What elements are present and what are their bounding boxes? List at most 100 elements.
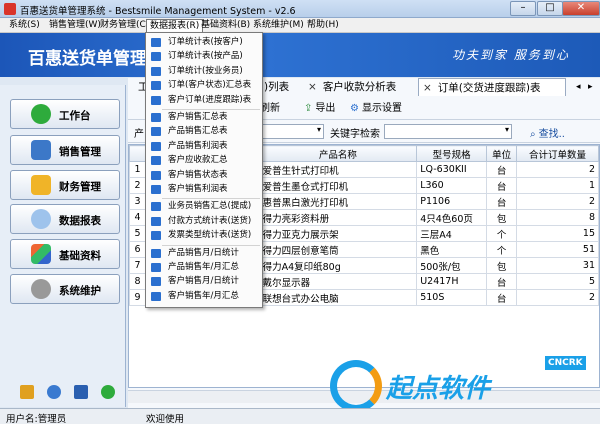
dropdown-item[interactable]: 产品销售利润表 — [148, 140, 260, 153]
dropdown-item-label: 客户订单(进度跟踪)表 — [168, 94, 252, 105]
report-icon — [151, 127, 161, 137]
sidebar-item-label: 系统维护 — [59, 285, 101, 297]
dropdown-item[interactable]: 产品销售汇总表 — [148, 125, 260, 138]
col-header-product-name[interactable]: 产品名称 — [258, 145, 418, 162]
menu-separator — [162, 198, 260, 200]
dropdown-item[interactable]: 发票类型统计表(送货) — [148, 229, 260, 242]
tab-order-tracking[interactable]: × 订单(交货进度跟踪)表 — [418, 78, 566, 96]
cell-model: L360 — [416, 177, 488, 194]
minimize-button[interactable]: – — [510, 1, 536, 16]
cell-unit: 个 — [486, 225, 518, 242]
sidebar-item-finance[interactable]: 财务管理 — [10, 170, 120, 200]
dropdown-item[interactable]: 客户订单(进度跟踪)表 — [148, 94, 260, 107]
dropdown-item[interactable]: 客户应收款汇总 — [148, 154, 260, 167]
watermark-badge: CNCRK — [545, 356, 586, 370]
settings-icon: ⚙ — [350, 103, 359, 114]
cell-total-qty: 2 — [516, 161, 599, 178]
sidebar-item-workbench[interactable]: 工作台 — [10, 99, 120, 129]
notepad-icon[interactable] — [20, 385, 34, 399]
dropdown-item-label: 产品销售年/月汇总 — [168, 262, 239, 272]
gear-icon — [31, 279, 51, 299]
cell-total-qty: 5 — [516, 273, 599, 290]
cell-product-name: 得力四层创意笔筒 — [258, 241, 418, 258]
cell-product-name: 惠普黑白激光打印机 — [258, 193, 418, 210]
dropdown-item[interactable]: 订单(客户状态)汇总表 — [148, 79, 260, 92]
report-icon — [151, 141, 161, 151]
header-banner: 百惠送货单管理 功夫到家 服务到心 — [0, 33, 600, 77]
report-icon — [151, 185, 161, 194]
dropdown-item[interactable]: 订单统计(按业务员) — [148, 65, 260, 78]
dropdown-item[interactable]: 产品销售年/月汇总 — [148, 261, 260, 274]
report-icon — [151, 95, 161, 105]
dropdown-item[interactable]: 付款方式统计表(送货) — [148, 215, 260, 228]
col-header-total-qty[interactable]: 合计订单数量 — [516, 145, 599, 162]
status-welcome: 欢迎使用 — [146, 414, 185, 424]
menu-sales[interactable]: 销售管理(W) — [46, 19, 104, 32]
menu-finance[interactable]: 财务管理(C) — [97, 19, 152, 32]
chart-icon — [31, 244, 51, 264]
dropdown-item[interactable]: 订单统计表(按客户) — [148, 36, 260, 49]
cell-model: 黑色 — [416, 241, 488, 258]
cell-product-name: 联想台式办公电脑 — [258, 289, 418, 306]
tab-list[interactable]: )列表 — [260, 78, 289, 96]
cell-unit: 包 — [486, 209, 518, 226]
dropdown-item-label: 客户销售汇总表 — [168, 112, 228, 122]
dropdown-item[interactable]: 客户销售汇总表 — [148, 111, 260, 124]
watermark-logo — [330, 360, 382, 412]
cell-product-name: 爱普生墨仓式打印机 — [258, 177, 418, 194]
tab-receivables-analysis[interactable]: × 客户收款分析表 — [304, 78, 396, 96]
dropdown-item[interactable]: 客户销售状态表 — [148, 169, 260, 182]
monitor-icon — [31, 140, 51, 160]
keyword-search-input[interactable]: ▾ — [384, 124, 512, 139]
report-icon — [151, 216, 161, 226]
refresh-button[interactable]: 刷新 — [260, 101, 280, 117]
maximize-button[interactable]: □ — [537, 1, 563, 16]
cell-product-name: 得力亮彩资料册 — [258, 209, 418, 226]
dropdown-item-label: 产品销售汇总表 — [168, 126, 228, 137]
dropdown-item[interactable]: 客户销售年/月汇总 — [148, 290, 260, 303]
display-settings-button[interactable]: ⚙ 显示设置 — [350, 101, 402, 117]
refresh-icon[interactable] — [101, 385, 115, 399]
report-icon — [151, 170, 161, 180]
report-icon — [151, 248, 161, 258]
col-header-model[interactable]: 型号规格 — [416, 145, 488, 162]
close-tab-icon[interactable]: × — [308, 78, 317, 96]
cell-total-qty: 31 — [516, 257, 599, 274]
cell-unit: 台 — [486, 161, 518, 178]
row-index: 9 — [129, 289, 146, 306]
sidebar: 工作台 销售管理 财务管理 数据报表 基础资料 系统维护 — [0, 85, 126, 407]
search-button[interactable]: ⌕ 查找.. — [530, 125, 565, 140]
dropdown-item-label: 客户销售利润表 — [168, 184, 228, 194]
close-button[interactable]: ✕ — [562, 1, 600, 16]
sidebar-item-sales[interactable]: 销售管理 — [10, 135, 120, 165]
tab-scroll-left-icon[interactable]: ◂ — [576, 82, 581, 92]
menu-reports[interactable]: 数据报表(R) — [146, 19, 204, 32]
menu-maintenance[interactable]: 系统维护(M) — [250, 19, 307, 32]
cell-unit: 个 — [486, 241, 518, 258]
dropdown-item[interactable]: 客户销售月/日统计 — [148, 275, 260, 288]
check-icon — [31, 104, 51, 124]
dropdown-item[interactable]: 订单统计表(按产品) — [148, 50, 260, 63]
dropdown-item[interactable]: 客户销售利润表 — [148, 183, 260, 196]
menu-basic-data[interactable]: 基础资料(B) — [198, 19, 253, 32]
keyword-label: 关键字检索 — [330, 129, 380, 140]
sidebar-item-reports[interactable]: 数据报表 — [10, 204, 120, 234]
clock-icon[interactable] — [47, 385, 61, 399]
tab-scroll-right-icon[interactable]: ▸ — [588, 82, 593, 92]
cell-model: LQ-630KII — [416, 161, 488, 178]
sidebar-item-maintenance[interactable]: 系统维护 — [10, 274, 120, 304]
export-button[interactable]: ⇪ 导出 — [304, 101, 335, 117]
close-tab-icon[interactable]: × — [423, 79, 432, 97]
status-user: 用户名:管理员 — [6, 414, 67, 424]
dropdown-item[interactable]: 产品销售月/日统计 — [148, 247, 260, 260]
menu-help[interactable]: 帮助(H) — [304, 19, 342, 32]
col-header-unit[interactable]: 单位 — [486, 145, 518, 162]
dropdown-item[interactable]: 业务员销售汇总(提成) — [148, 200, 260, 213]
menu-system[interactable]: 系统(S) — [6, 19, 43, 32]
row-index: 6 — [129, 241, 146, 258]
sidebar-item-basic-data[interactable]: 基础资料 — [10, 239, 120, 269]
app-icon — [4, 3, 16, 15]
product-filter-select[interactable]: ▾ — [260, 124, 324, 139]
calculator-icon[interactable] — [74, 385, 88, 399]
col-header-index[interactable] — [129, 145, 146, 162]
